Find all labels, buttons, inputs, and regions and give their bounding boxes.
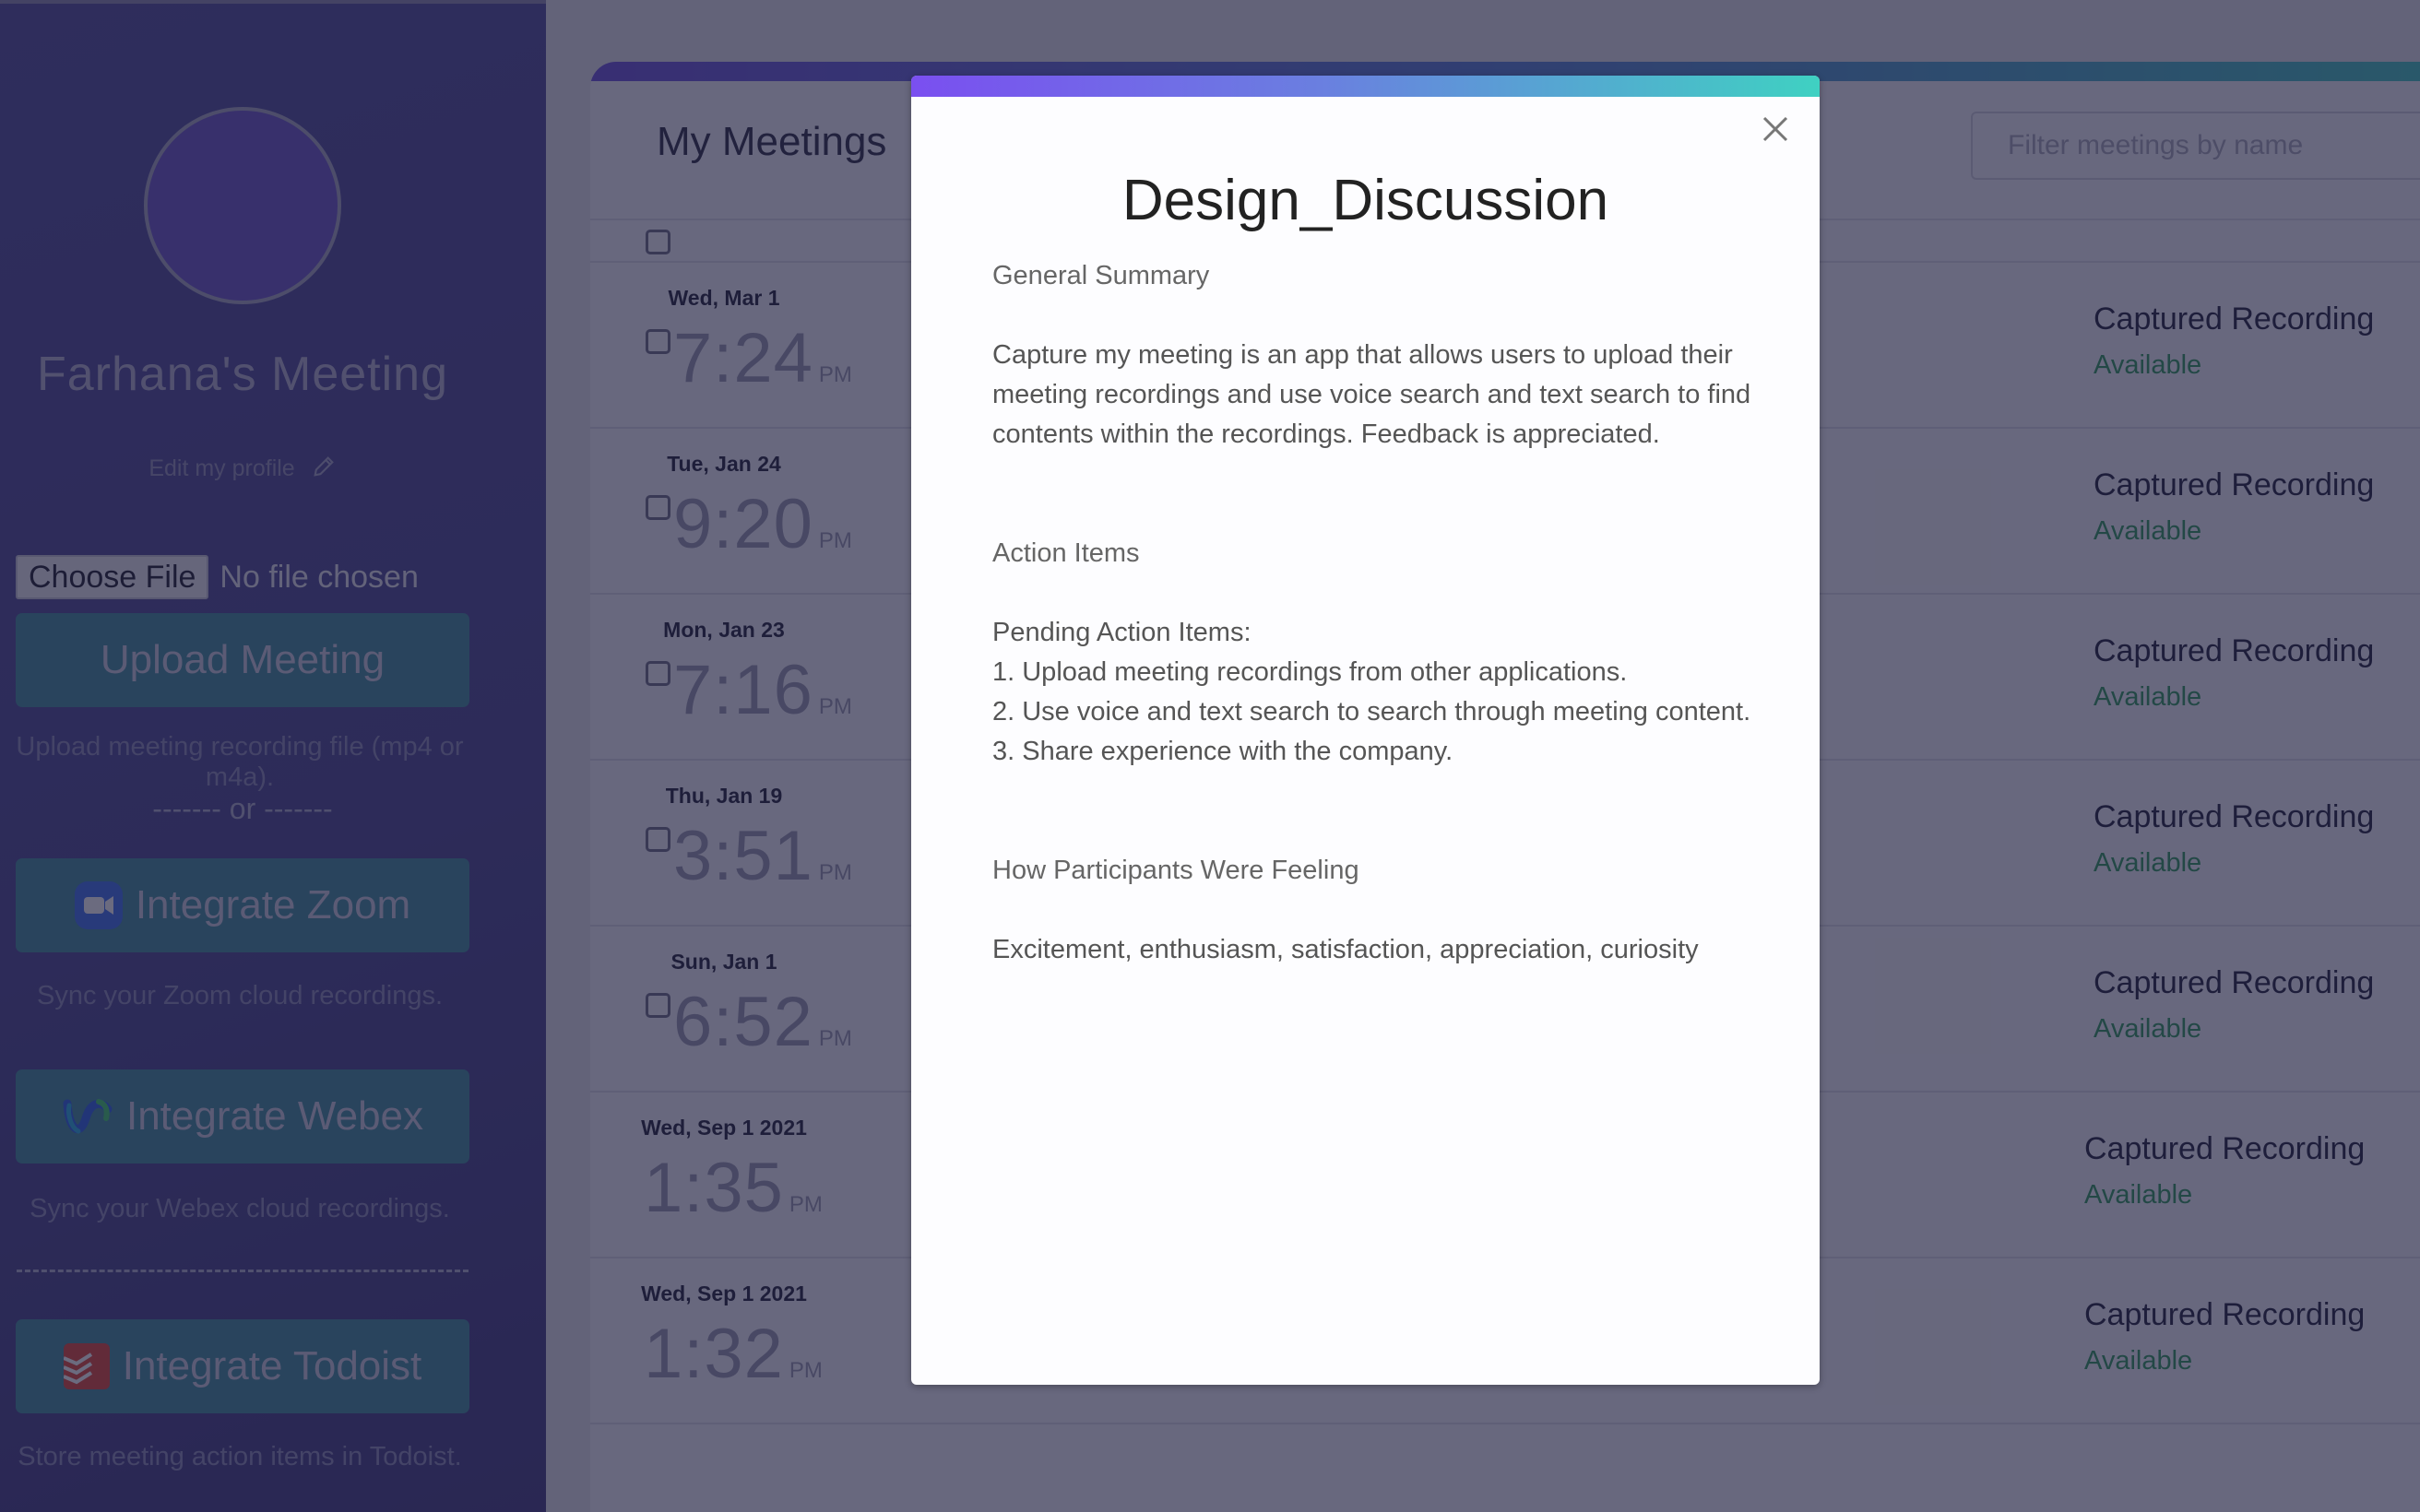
action-item: 3. Share experience with the company. — [992, 737, 1453, 766]
modal-accent-bar — [911, 76, 1820, 97]
summary-line: Capture my meeting is an app that allows… — [992, 340, 1733, 370]
action-item: 1. Upload meeting recordings from other … — [992, 657, 1628, 687]
modal-title: Design_Discussion — [1121, 169, 1609, 232]
pending-action-items-label: Pending Action Items: — [992, 618, 1252, 647]
close-button[interactable] — [1757, 112, 1794, 149]
action-items-heading: Action Items — [992, 538, 1140, 568]
general-summary-heading: General Summary — [992, 261, 1210, 290]
feeling-heading: How Participants Were Feeling — [992, 856, 1359, 885]
summary-line: contents within the recordings. Feedback… — [992, 419, 1660, 449]
feelings-text: Excitement, enthusiasm, satisfaction, ap… — [992, 935, 1699, 964]
action-item: 2. Use voice and text search to search t… — [992, 697, 1751, 726]
modal-body: General Summary Capture my meeting is an… — [992, 256, 1764, 970]
close-icon — [1762, 115, 1789, 148]
summary-line: meeting recordings and use voice search … — [992, 380, 1751, 409]
meeting-summary-modal: Design_Discussion General Summary Captur… — [911, 76, 1820, 1385]
